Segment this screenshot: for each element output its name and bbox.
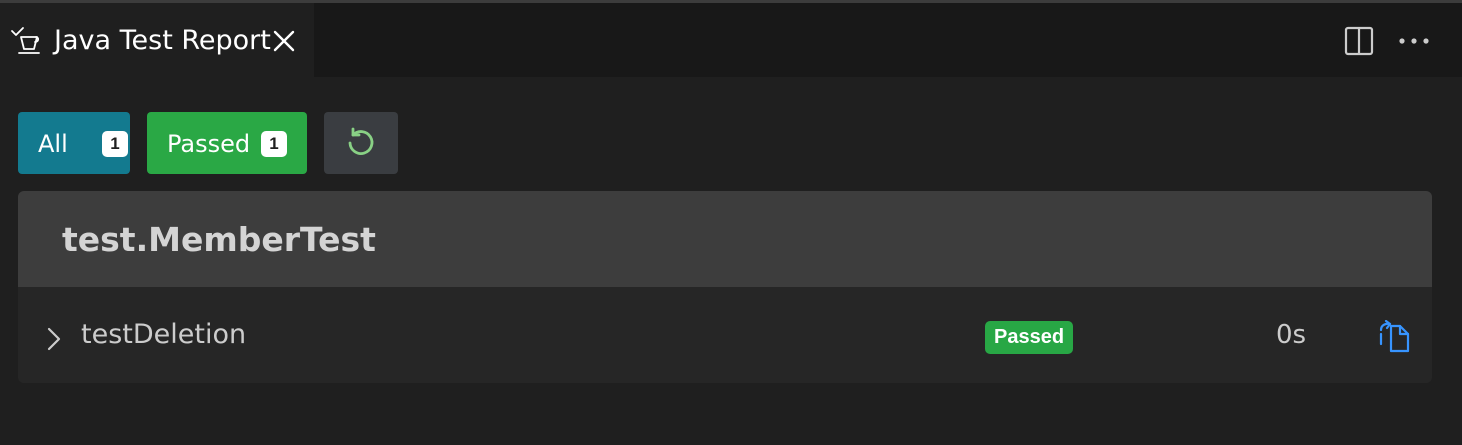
test-class-header: test.MemberTest — [18, 191, 1432, 287]
filter-passed-button[interactable]: Passed 1 — [147, 112, 307, 174]
rerun-icon — [348, 127, 374, 155]
filter-all-label: All — [38, 130, 68, 158]
go-to-file-icon[interactable] — [1378, 320, 1412, 354]
test-class-name: test.MemberTest — [62, 220, 376, 259]
split-editor-icon[interactable] — [1342, 24, 1376, 58]
status-badge: Passed — [985, 321, 1074, 354]
rerun-button[interactable] — [324, 112, 398, 174]
filter-all-count: 1 — [102, 131, 128, 157]
java-test-report-window: Java Test Report All 1 Passed 1 test.Mem… — [0, 0, 1462, 445]
chevron-right-icon[interactable] — [42, 323, 66, 355]
editor-tab-bar: Java Test Report — [0, 3, 1462, 77]
test-duration: 0s — [1276, 320, 1307, 350]
test-method-name[interactable]: testDeletion — [81, 317, 246, 353]
close-icon[interactable] — [270, 27, 298, 55]
more-actions-icon[interactable] — [1396, 24, 1432, 58]
test-row[interactable]: testDeletion Passed 0s — [18, 287, 1432, 383]
test-class-panel: test.MemberTest testDeletion Passed 0s — [18, 191, 1432, 383]
filter-passed-count: 1 — [261, 131, 287, 157]
test-beaker-icon — [11, 27, 40, 54]
filter-passed-label: Passed — [167, 130, 251, 158]
tab-title: Java Test Report — [54, 25, 271, 56]
tab-java-test-report[interactable]: Java Test Report — [0, 3, 314, 77]
filter-all-button[interactable]: All 1 — [18, 112, 130, 174]
